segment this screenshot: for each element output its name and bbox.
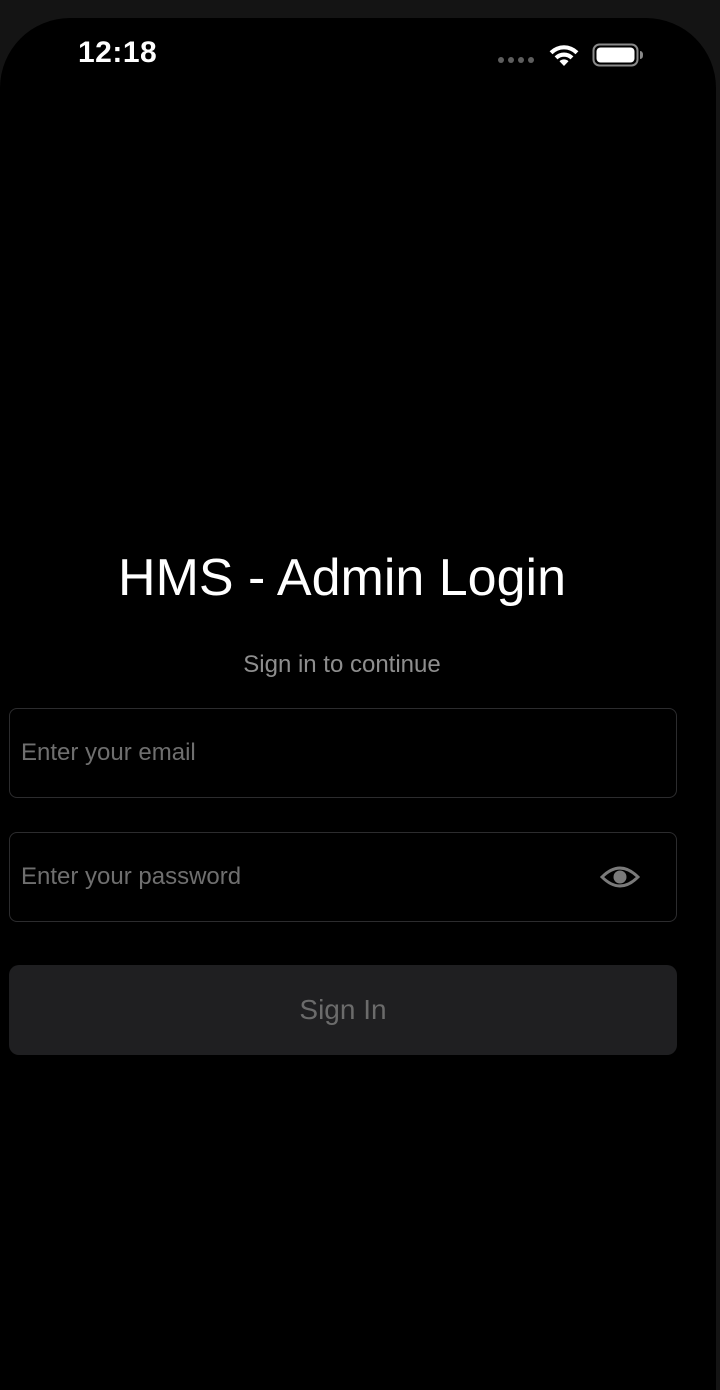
- password-field[interactable]: [9, 832, 677, 922]
- wifi-icon: [549, 45, 579, 66]
- status-icons: [498, 40, 644, 70]
- page-subtitle: Sign in to continue: [243, 651, 441, 678]
- app-screen: 12:18 HMS - Admin Login Sign in to conti…: [0, 18, 716, 1390]
- cellular-signal-icon: [498, 57, 534, 63]
- email-input[interactable]: [21, 709, 581, 797]
- password-input[interactable]: [21, 833, 581, 921]
- page-title: HMS - Admin Login: [118, 549, 566, 607]
- status-bar: 12:18: [0, 18, 716, 98]
- email-field[interactable]: [9, 708, 677, 798]
- eye-icon[interactable]: [600, 863, 640, 891]
- sign-in-button[interactable]: Sign In: [9, 965, 677, 1055]
- status-time: 12:18: [78, 36, 158, 69]
- battery-icon: [592, 43, 643, 67]
